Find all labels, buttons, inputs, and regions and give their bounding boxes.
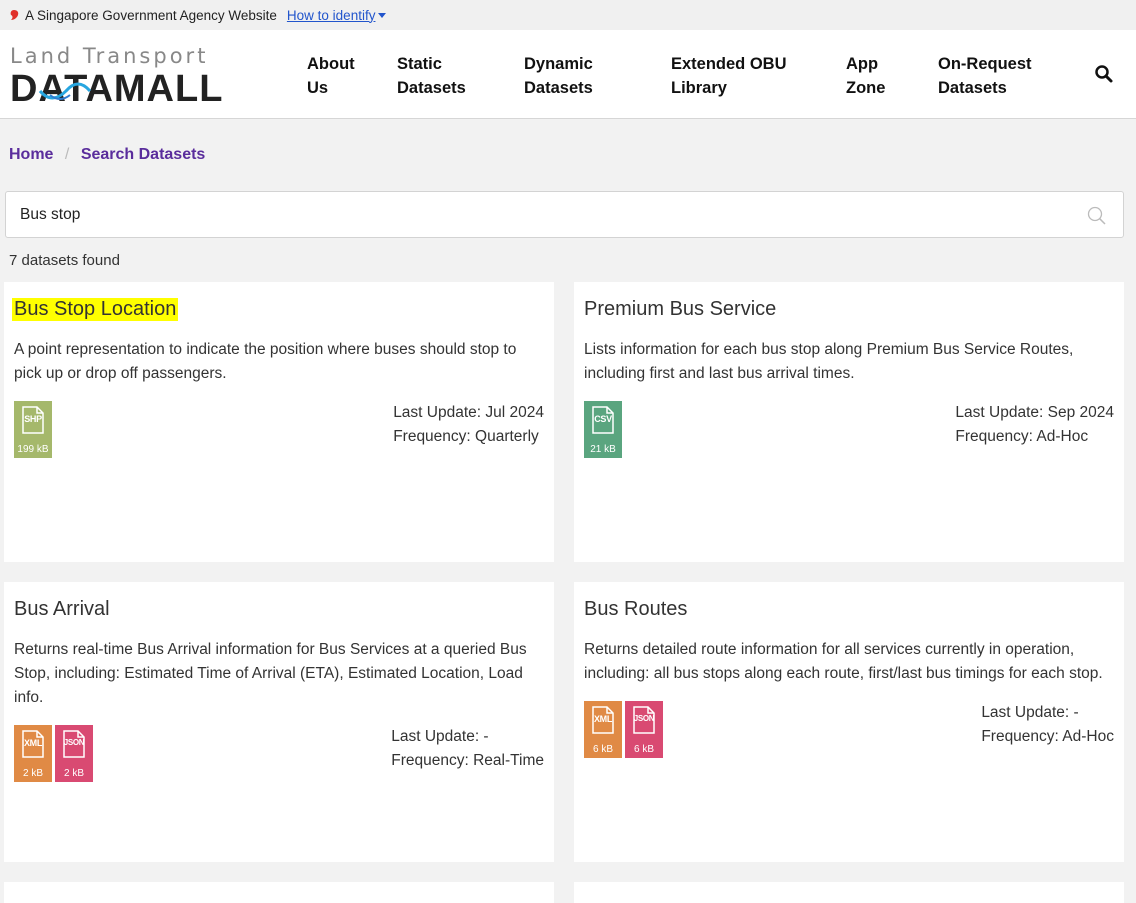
results-count: 7 datasets found <box>9 252 120 269</box>
dataset-meta: Last Update: Jul 2024 Frequency: Quarter… <box>393 401 544 449</box>
frequency: Frequency: Ad-Hoc <box>955 428 1089 445</box>
format-badges: SHP 199 kB <box>14 401 52 458</box>
dataset-title[interactable]: Bus Routes <box>584 598 687 621</box>
frequency: Frequency: Real-Time <box>391 752 544 769</box>
breadcrumb: Home / Search Datasets <box>9 146 205 164</box>
dataset-search-box <box>5 191 1124 238</box>
datamall-logo[interactable]: Land Transport DATAMALL <box>10 45 235 123</box>
logo-subtitle: Land Transport <box>10 44 209 68</box>
how-to-identify-link[interactable]: How to identify <box>287 8 387 23</box>
singapore-lion-icon <box>10 10 19 20</box>
nav-on-request-datasets[interactable]: On-Request Datasets <box>938 52 1032 100</box>
format-badges: CSV 21 kB <box>584 401 622 458</box>
dataset-description: Returns detailed route information for a… <box>584 641 1103 682</box>
dataset-card: Bus Stop Location A point representation… <box>4 282 554 562</box>
xml-download-badge[interactable]: XML 6 kB <box>584 701 622 758</box>
json-download-badge[interactable]: JSON 2 kB <box>55 725 93 782</box>
format-badges: XML 6 kB JSON 6 kB <box>584 701 663 758</box>
dataset-title[interactable]: Bus Stop Location <box>12 298 179 321</box>
dataset-meta: Last Update: Sep 2024 Frequency: Ad-Hoc <box>955 401 1114 449</box>
frequency: Frequency: Quarterly <box>393 428 539 445</box>
gov-masthead: A Singapore Government Agency Website Ho… <box>0 0 1136 30</box>
dataset-card <box>4 882 554 903</box>
dataset-description: Returns real-time Bus Arrival informatio… <box>14 641 527 706</box>
last-update: Last Update: Jul 2024 <box>393 404 544 421</box>
search-icon[interactable] <box>1094 64 1114 84</box>
format-badges: XML 2 kB JSON 2 kB <box>14 725 93 782</box>
xml-download-badge[interactable]: XML 2 kB <box>14 725 52 782</box>
dataset-card: Bus Routes Returns detailed route inform… <box>574 582 1124 862</box>
csv-download-badge[interactable]: CSV 21 kB <box>584 401 622 458</box>
masthead-text: A Singapore Government Agency Website <box>25 7 277 23</box>
site-header: Land Transport DATAMALL About Us Static Da… <box>0 30 1136 119</box>
chevron-down-icon <box>378 13 387 19</box>
dataset-card: Premium Bus Service Lists information fo… <box>574 282 1124 562</box>
logo-title: DATAMALL <box>10 68 224 110</box>
breadcrumb-home[interactable]: Home <box>9 146 53 163</box>
dataset-meta: Last Update: - Frequency: Ad-Hoc <box>981 701 1114 749</box>
nav-about-us[interactable]: About Us <box>307 52 355 100</box>
logo-wave-icon <box>38 82 92 100</box>
dataset-meta: Last Update: - Frequency: Real-Time <box>391 725 544 773</box>
breadcrumb-separator: / <box>64 146 70 163</box>
nav-extended-obu-library[interactable]: Extended OBU Library <box>671 52 787 100</box>
search-input[interactable] <box>20 192 1060 237</box>
dataset-title[interactable]: Premium Bus Service <box>584 298 776 321</box>
breadcrumb-search-datasets[interactable]: Search Datasets <box>81 146 206 163</box>
nav-static-datasets[interactable]: Static Datasets <box>397 52 466 100</box>
dataset-description: A point representation to indicate the p… <box>14 341 517 382</box>
dataset-description: Lists information for each bus stop alon… <box>584 341 1074 382</box>
last-update: Last Update: Sep 2024 <box>955 404 1114 421</box>
last-update: Last Update: - <box>981 704 1079 721</box>
nav-app-zone[interactable]: App Zone <box>846 52 885 100</box>
frequency: Frequency: Ad-Hoc <box>981 728 1114 745</box>
dataset-title[interactable]: Bus Arrival <box>14 598 110 621</box>
nav-dynamic-datasets[interactable]: Dynamic Datasets <box>524 52 593 100</box>
dataset-card: Bus Arrival Returns real-time Bus Arriva… <box>4 582 554 862</box>
search-icon[interactable] <box>1087 206 1107 226</box>
json-download-badge[interactable]: JSON 6 kB <box>625 701 663 758</box>
last-update: Last Update: - <box>391 728 489 745</box>
shp-download-badge[interactable]: SHP 199 kB <box>14 401 52 458</box>
dataset-card <box>574 882 1124 903</box>
